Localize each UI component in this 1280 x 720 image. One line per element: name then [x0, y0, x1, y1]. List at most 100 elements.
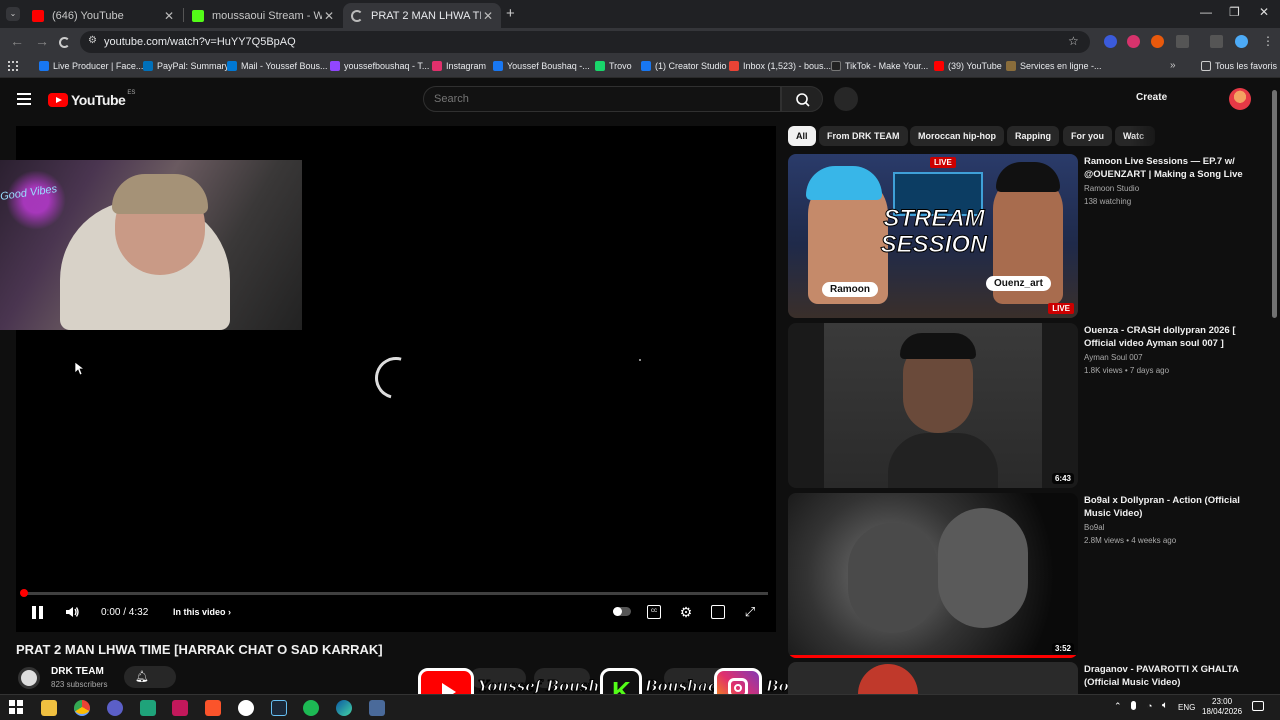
volume-icon[interactable]: [64, 604, 80, 620]
back-icon[interactable]: ←: [10, 33, 24, 49]
bookmark-item[interactable]: Inbox (1,523) - bous...: [729, 61, 831, 71]
autoplay-toggle[interactable]: [612, 605, 632, 619]
close-tab-icon[interactable]: ✕: [483, 9, 493, 23]
chip-for-you[interactable]: For you: [1063, 126, 1112, 146]
bookmark-item[interactable]: youssefboushaq - T...: [330, 61, 429, 71]
recommendation-title[interactable]: Draganov - PAVAROTTI X GHALTA (Official …: [1084, 663, 1254, 689]
extension-icon[interactable]: [1104, 35, 1117, 48]
settings-gear-icon[interactable]: ⚙: [679, 605, 693, 619]
network-icon[interactable]: ◔: [1147, 701, 1152, 711]
bookmark-item[interactable]: TikTok - Make Your...: [831, 61, 928, 71]
bookmark-item[interactable]: Instagram: [432, 61, 486, 71]
windows-start-icon[interactable]: [9, 700, 25, 716]
close-tab-icon[interactable]: ✕: [324, 9, 334, 23]
puzzle-extensions-icon[interactable]: [1176, 35, 1189, 48]
file-explorer-icon[interactable]: [41, 700, 57, 716]
browser-menu-icon[interactable]: ⋮: [1262, 34, 1274, 48]
language-indicator[interactable]: ENG: [1178, 703, 1195, 712]
recommendation-thumbnail[interactable]: 6:43: [788, 323, 1078, 488]
apps-grid-icon[interactable]: [8, 61, 18, 71]
notifications-icon[interactable]: [1252, 701, 1264, 711]
chip-rapping[interactable]: Rapping: [1007, 126, 1059, 146]
tab-search-icon[interactable]: ⌄: [6, 7, 20, 21]
search-input[interactable]: [434, 93, 764, 105]
chip-all[interactable]: All: [788, 126, 816, 146]
recommendation-channel[interactable]: Ayman Soul 007: [1084, 353, 1143, 362]
volume-tray-icon[interactable]: 🔈︎: [1162, 700, 1168, 711]
recommendation-channel[interactable]: Bo9al: [1084, 523, 1104, 532]
avatar[interactable]: [1229, 88, 1251, 110]
search-button[interactable]: [781, 86, 823, 112]
extension-icon[interactable]: [1127, 35, 1140, 48]
microphone-icon[interactable]: [1131, 701, 1136, 710]
pause-button[interactable]: [32, 606, 44, 619]
app-icon[interactable]: [140, 700, 156, 716]
tray-chevron-icon[interactable]: ⌃: [1114, 701, 1122, 712]
voice-search-button[interactable]: [834, 87, 858, 111]
tiktok-icon: [831, 61, 841, 71]
channel-avatar[interactable]: [18, 667, 40, 689]
tab-youtube[interactable]: (646) YouTube ✕: [24, 3, 182, 28]
page-scrollbar[interactable]: [1272, 90, 1277, 318]
tab-current-video[interactable]: PRAT 2 MAN LHWA TIME [HARRAK ✕: [343, 3, 501, 28]
recommendation-channel[interactable]: Ramoon Studio: [1084, 184, 1139, 193]
close-window-icon[interactable]: ✕: [1259, 5, 1269, 19]
brave-icon[interactable]: [205, 700, 221, 716]
spotify-icon[interactable]: [303, 700, 319, 716]
recommendation-thumbnail[interactable]: STREAM SESSION Ramoon Ouenz_art LIVE LIV…: [788, 154, 1078, 318]
bookmark-item[interactable]: (39) YouTube: [934, 61, 1002, 71]
url-text[interactable]: youtube.com/watch?v=HuYY7Q5BpAQ: [104, 36, 296, 48]
forward-icon[interactable]: →: [35, 33, 49, 49]
recommendation-title[interactable]: Ouenza - CRASH dollypran 2026 [ Official…: [1084, 324, 1254, 350]
all-bookmarks-folder[interactable]: Tous les favoris: [1201, 61, 1277, 71]
omnibox[interactable]: ⚙ youtube.com/watch?v=HuYY7Q5BpAQ ☆: [80, 31, 1090, 53]
edge-icon[interactable]: [336, 700, 352, 716]
reading-list-icon[interactable]: [1210, 35, 1223, 48]
hamburger-menu-icon[interactable]: [17, 93, 31, 105]
browser-tab-bar: ⌄ (646) YouTube ✕ moussaoui Stream - Wat…: [0, 0, 1280, 28]
create-button[interactable]: Create: [1136, 92, 1167, 103]
restore-icon[interactable]: ❐: [1229, 5, 1240, 19]
subtitles-icon[interactable]: cc: [647, 605, 661, 619]
app-icon[interactable]: [172, 700, 188, 716]
recommendation-thumbnail[interactable]: 3:52: [788, 493, 1078, 658]
fullscreen-icon[interactable]: ⤢: [743, 605, 757, 619]
clock[interactable]: 23:00 18/04/2026: [1202, 697, 1242, 717]
chip-from-channel[interactable]: From DRK TEAM: [819, 126, 908, 146]
site-info-icon[interactable]: ⚙: [88, 35, 97, 46]
recommendation-thumbnail[interactable]: [788, 662, 1078, 694]
steam-icon[interactable]: [271, 700, 287, 716]
recommendation-meta: 138 watching: [1084, 197, 1132, 206]
tab-kick[interactable]: moussaoui Stream - Watch Live ✕: [184, 3, 342, 28]
chrome-icon[interactable]: [74, 700, 90, 716]
in-this-video-button[interactable]: In this video ›: [173, 607, 231, 617]
bookmark-item[interactable]: Mail - Youssef Bous...: [227, 61, 328, 71]
progress-bar[interactable]: [24, 592, 768, 595]
bookmark-item[interactable]: PayPal: Summary: [143, 61, 229, 71]
app-icon[interactable]: [238, 700, 254, 716]
miniplayer-icon[interactable]: [711, 605, 725, 619]
more-bookmarks-icon[interactable]: »: [1170, 60, 1176, 71]
bookmark-item[interactable]: (1) Creator Studio: [641, 61, 727, 71]
search-box[interactable]: [423, 86, 781, 112]
minimize-icon[interactable]: —: [1200, 5, 1212, 19]
bookmark-item[interactable]: Youssef Boushaq -...: [493, 61, 590, 71]
channel-name[interactable]: DRK TEAM: [51, 666, 104, 677]
bookmark-item[interactable]: Services en ligne -...: [1006, 61, 1102, 71]
new-tab-button[interactable]: +: [506, 5, 515, 22]
bookmark-item[interactable]: Live Producer | Face...: [39, 61, 143, 71]
bookmark-item[interactable]: Trovo: [595, 61, 632, 71]
notification-bell-button[interactable]: 🔔︎: [124, 666, 176, 688]
app-icon[interactable]: [369, 700, 385, 716]
progress-scrubber[interactable]: [20, 589, 28, 597]
bookmark-star-icon[interactable]: ☆: [1068, 34, 1079, 48]
recommendation-title[interactable]: Bo9al x Dollypran - Action (Official Mus…: [1084, 494, 1254, 520]
chrome-alt-icon[interactable]: [107, 700, 123, 716]
recommendation-title[interactable]: Ramoon Live Sessions — EP.7 w/ @OUENZART…: [1084, 155, 1254, 181]
chip-moroccan-hip-hop[interactable]: Moroccan hip-hop: [910, 126, 1004, 146]
close-tab-icon[interactable]: ✕: [164, 9, 174, 23]
reload-loading-icon[interactable]: [59, 37, 70, 48]
youtube-logo[interactable]: YouTube ES: [48, 90, 135, 108]
extension-icon[interactable]: [1151, 35, 1164, 48]
profile-icon[interactable]: [1235, 35, 1248, 48]
